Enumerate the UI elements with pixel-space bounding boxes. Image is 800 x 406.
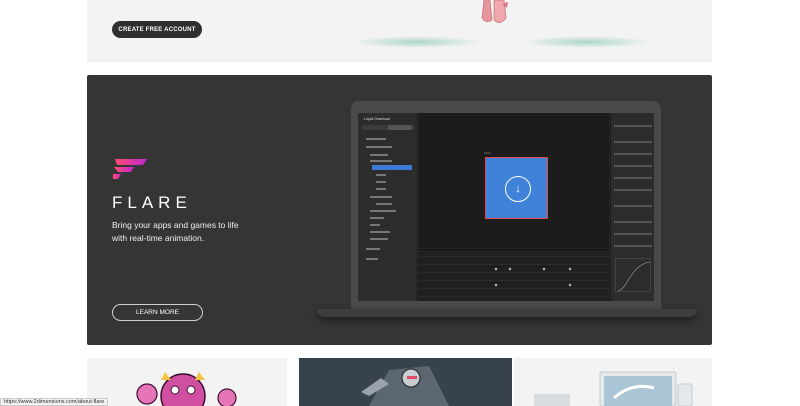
hierarchy-panel: Liquid Download (358, 113, 418, 301)
tree-row (370, 159, 414, 163)
property-row (614, 189, 652, 191)
tree-row (370, 237, 414, 241)
character-shadow-left (352, 36, 482, 48)
robot-character-illustration (299, 358, 512, 406)
file-title: Liquid Download (364, 117, 390, 121)
property-row (614, 221, 652, 223)
flare-title: FLARE (112, 193, 192, 212)
artboard: ↓ (485, 157, 548, 219)
timeline-panel (419, 249, 609, 301)
laptop-mockup: Liquid Download ▪▪▪▪▪▪ ↓ (351, 101, 661, 310)
panel-tab-active (388, 125, 412, 130)
tree-row (370, 216, 414, 220)
pink-monster-illustration (136, 372, 237, 406)
property-row (614, 153, 652, 155)
property-row (614, 165, 652, 167)
flare-editor-screenshot: Liquid Download ▪▪▪▪▪▪ ↓ (358, 113, 654, 301)
timeline-row (419, 258, 609, 265)
tree-row (366, 145, 410, 149)
tree-row (366, 247, 410, 251)
artboard-label: ▪▪▪▪▪▪ (484, 151, 491, 155)
learn-more-button[interactable]: LEARN MORE (112, 304, 203, 321)
timeline-row (419, 274, 609, 281)
tree-row (366, 257, 410, 261)
download-arrow-icon: ↓ (505, 176, 531, 202)
tree-row (376, 180, 420, 184)
character-shadow-right (522, 36, 652, 48)
stage-viewport: ▪▪▪▪▪▪ ↓ (419, 113, 609, 248)
timeline-row (419, 290, 609, 297)
property-row (614, 205, 652, 207)
laptop-base (317, 309, 697, 317)
create-account-section: CREATE FREE ACCOUNT (87, 0, 712, 62)
properties-panel (610, 113, 654, 301)
devices-showcase-card[interactable] (514, 358, 712, 406)
tree-row (370, 153, 414, 157)
timeline-row (419, 282, 609, 289)
tree-row (376, 202, 420, 206)
tree-row (370, 223, 414, 227)
status-bar-url: https://www.2dimensions.com/about-flare (0, 398, 109, 406)
property-row (614, 233, 652, 235)
property-row (614, 177, 652, 179)
easing-curve-editor (615, 258, 651, 292)
flare-description: Bring your apps and games to life with r… (112, 220, 239, 243)
timeline-row (419, 250, 609, 257)
flare-logo-icon (113, 159, 147, 179)
tree-row (370, 209, 414, 213)
property-row (614, 125, 652, 127)
game-showcase-card[interactable] (299, 358, 512, 406)
flare-product-card: FLARE Bring your apps and games to life … (87, 75, 712, 345)
property-row (614, 245, 652, 247)
tree-row (366, 137, 410, 141)
tree-row (376, 173, 420, 177)
tree-row (370, 230, 414, 234)
devices-illustration (534, 371, 693, 406)
tree-row (376, 187, 420, 191)
timeline-row (419, 266, 609, 273)
tree-row (370, 195, 414, 199)
create-free-account-button[interactable]: CREATE FREE ACCOUNT (112, 21, 202, 38)
property-row (614, 141, 652, 143)
character-showcase-card[interactable] (87, 358, 287, 406)
character-illustration (481, 0, 508, 23)
tree-row-selected (372, 165, 412, 170)
